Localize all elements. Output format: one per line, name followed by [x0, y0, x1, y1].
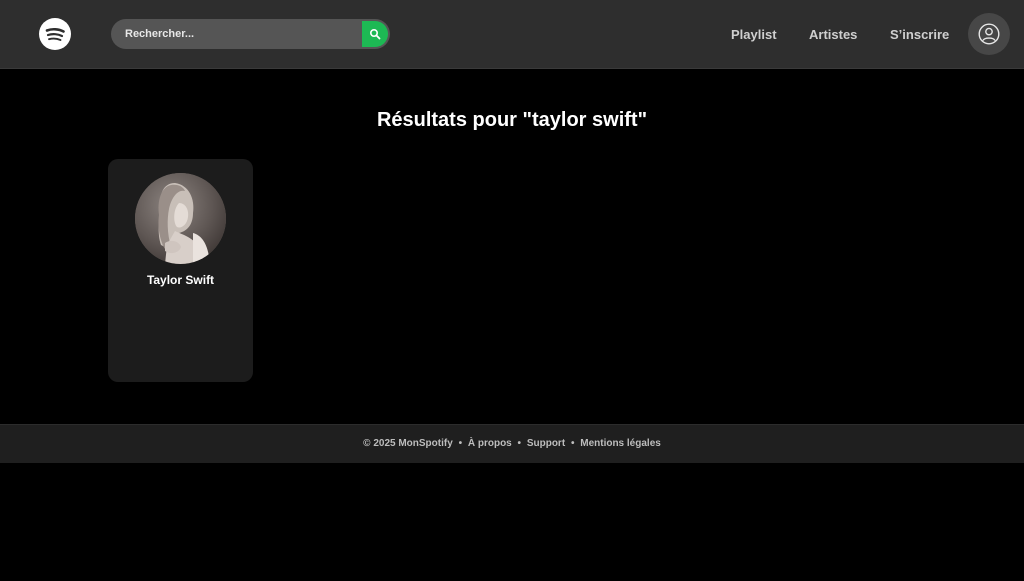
user-avatar-icon [978, 23, 1000, 45]
top-navbar: Playlist Artistes S’inscrire [0, 0, 1024, 69]
search-input[interactable] [111, 19, 362, 49]
footer-support-link[interactable]: Support [527, 438, 565, 449]
footer-separator: • [517, 438, 522, 449]
artist-name: Taylor Swift [146, 273, 215, 287]
results-title: Résultats pour "taylor swift" [376, 109, 648, 131]
account-button[interactable] [968, 13, 1010, 55]
search-button[interactable] [362, 21, 388, 47]
search-icon [369, 28, 381, 40]
nav-signup-link[interactable]: S’inscrire [890, 27, 949, 42]
artist-photo [135, 173, 226, 264]
footer-separator: • [458, 438, 463, 449]
artist-card[interactable]: Taylor Swift [108, 159, 253, 382]
footer: © 2025 MonSpotify • À propos • Support •… [0, 424, 1024, 463]
spotify-logo-icon[interactable] [39, 18, 71, 50]
nav-artistes-link[interactable]: Artistes [809, 27, 857, 42]
footer-separator: • [570, 438, 575, 449]
footer-copyright: © 2025 MonSpotify [363, 438, 453, 449]
footer-about-link[interactable]: À propos [468, 438, 512, 449]
nav-playlist-link[interactable]: Playlist [731, 27, 777, 42]
search-bar [111, 19, 390, 49]
footer-legal-link[interactable]: Mentions légales [580, 438, 661, 449]
